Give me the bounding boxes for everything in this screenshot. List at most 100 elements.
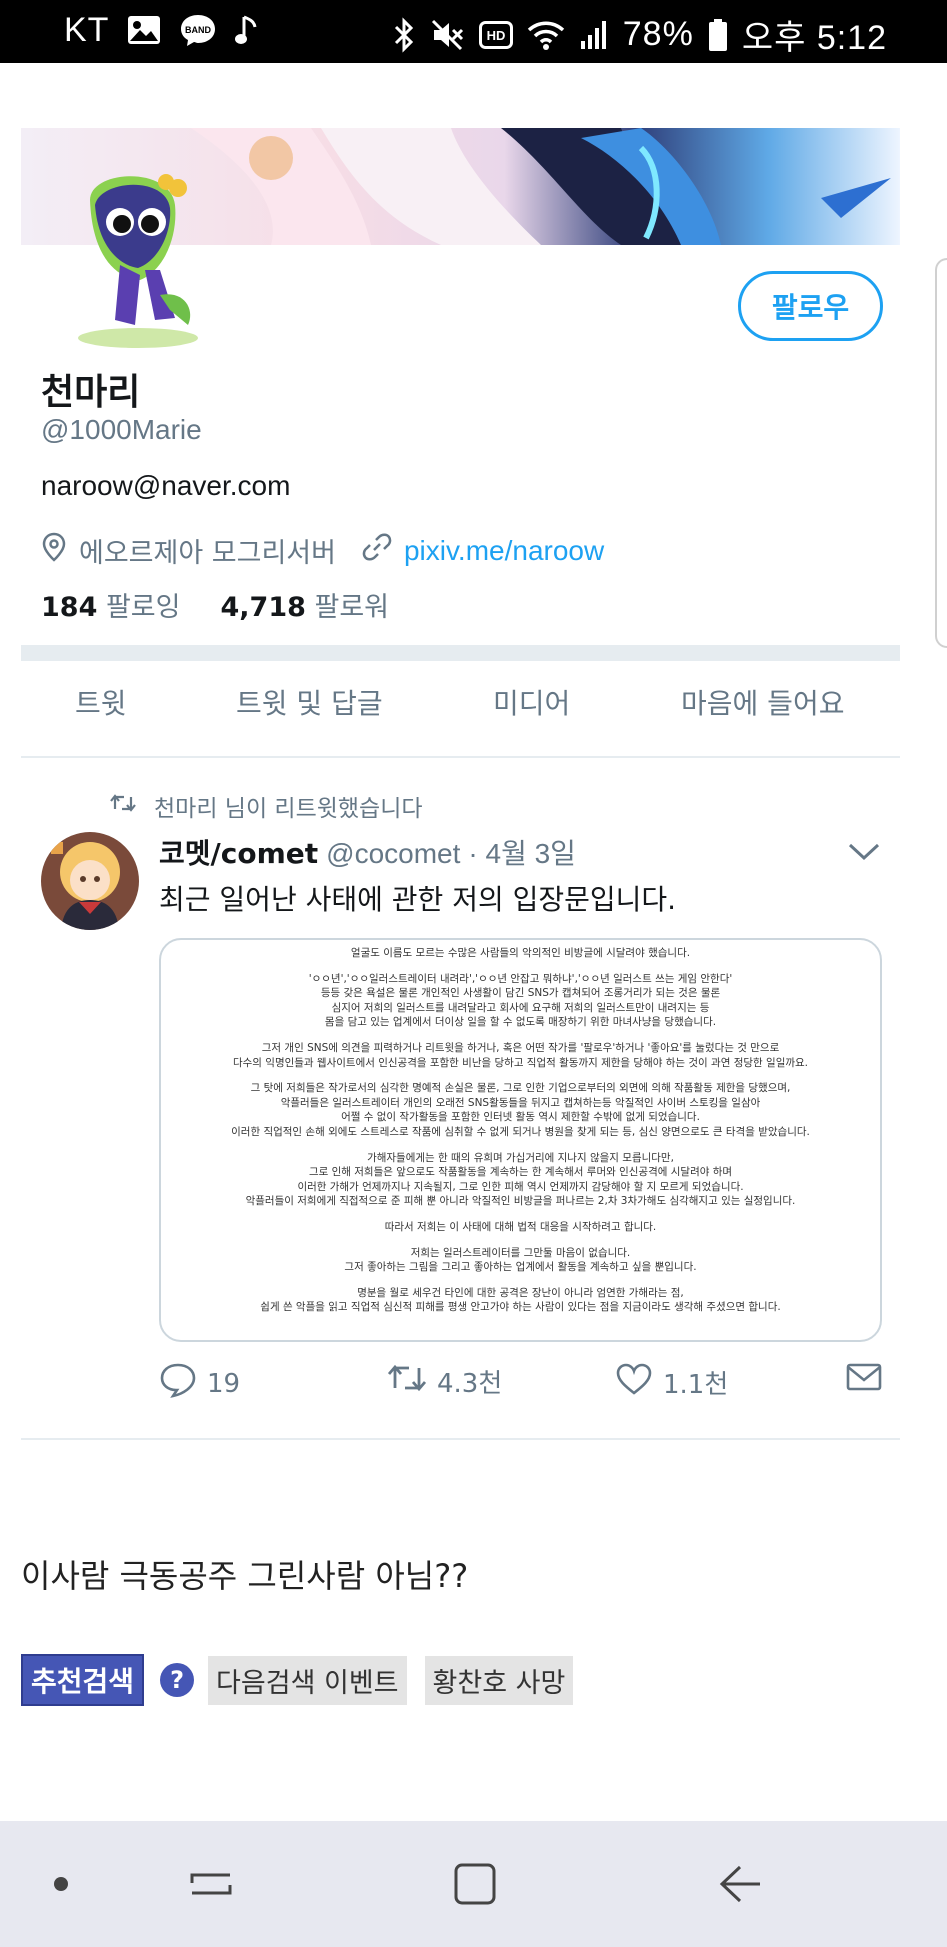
section-divider xyxy=(21,645,900,661)
profile-tabs: 트윗 트윗 및 답글 미디어 마음에 들어요 xyxy=(21,682,900,732)
battery-icon xyxy=(708,15,728,55)
edge-panel-handle[interactable] xyxy=(935,258,947,648)
hd-icon-label: HD xyxy=(486,28,505,43)
statement-line: 가해자들에게는 한 때의 유희며 가십거리에 지나지 않을지 모릅니다만, xyxy=(367,1151,674,1164)
recommended-search: 추천검색 ? 다음검색 이벤트 황찬호 사망 xyxy=(21,1654,574,1706)
statement-line: 악플러들이 저희에게 직접적으로 준 피해 뿐 아니라 악질적인 비방글을 퍼나… xyxy=(245,1195,796,1208)
tabs-divider xyxy=(21,756,900,758)
tab-tweets-replies[interactable]: 트윗 및 답글 xyxy=(236,682,383,722)
signal-icon xyxy=(579,15,609,55)
band-icon: BAND xyxy=(179,10,217,50)
followers-stat[interactable]: 4,718 팔로워 xyxy=(221,585,390,624)
like-button[interactable]: 1.1천 xyxy=(615,1362,728,1403)
statement-line: 얼굴도 이름도 모르는 수많은 사람들의 악의적인 비방글에 시달려야 했습니다… xyxy=(350,947,691,959)
statement-line: 심지어 저희의 일러스트를 내려달라고 회사에 요구해 저희의 일러스트만이 내… xyxy=(331,1001,710,1014)
carrier-label: KT xyxy=(64,10,110,49)
followers-count: 4,718 xyxy=(220,592,306,623)
envelope-icon xyxy=(846,1362,882,1399)
status-bar: KT BAND HD 78% 오후 5:12 xyxy=(0,0,947,63)
nav-dot-icon[interactable] xyxy=(54,1877,68,1891)
tweet-actions: 19 4.3천 1.1천 xyxy=(159,1362,882,1404)
followers-label: 팔로워 xyxy=(314,592,390,623)
band-icon-label: BAND xyxy=(185,25,211,35)
gallery-icon xyxy=(127,10,161,50)
reply-icon xyxy=(159,1362,197,1405)
statement-line: 명분을 월로 세우건 타인에 대한 공격은 장난이 아니라 엄연한 가해라는 점… xyxy=(357,1286,684,1299)
statement-line: 이러한 가해가 언제까지나 지속될지, 그로 인한 피해 역시 언제까지 감당해… xyxy=(297,1180,744,1193)
following-label: 팔로잉 xyxy=(105,592,181,623)
recommend-badge: 추천검색 xyxy=(21,1654,145,1706)
bluetooth-icon xyxy=(391,15,417,55)
following-stat[interactable]: 184 팔로잉 xyxy=(41,585,181,624)
retweet-icon xyxy=(387,1362,427,1401)
help-icon[interactable]: ? xyxy=(160,1663,195,1697)
profile-name: 천마리 xyxy=(41,372,141,413)
hd-icon: HD xyxy=(478,15,513,55)
wifi-icon xyxy=(527,15,565,55)
tweet-author-handle[interactable]: @cocomet xyxy=(326,838,460,870)
statement-text: 얼굴도 이름도 모르는 수많은 사람들의 악의적인 비방글에 시달려야 했습니다… xyxy=(179,946,862,1315)
statement-line: 다수의 익명인들과 웹사이트에서 인신공격을 포함한 비난을 당하고 직업적 활… xyxy=(232,1056,809,1069)
recent-apps-icon[interactable] xyxy=(188,1861,234,1911)
recommend-chip[interactable]: 다음검색 이벤트 xyxy=(208,1655,407,1705)
reply-count: 19 xyxy=(207,1368,241,1399)
retweet-small-icon xyxy=(110,793,136,819)
retweet-notice-text: 천마리 님이 리트윗했습니다 xyxy=(154,796,423,822)
link-icon xyxy=(362,532,392,569)
retweet-notice: 천마리 님이 리트윗했습니다 xyxy=(110,789,423,823)
statement-line: 그저 좋아하는 그림을 그리고 좋아하는 업계에서 활동을 계속하고 싶을 뿐입… xyxy=(344,1261,697,1274)
system-nav-bar xyxy=(0,1821,947,1947)
statement-line: 이러한 직업적인 손해 외에도 스트레스로 작품에 심취할 수 없게 되거나 병… xyxy=(231,1125,810,1138)
statement-line: 몸을 담고 있는 업계에서 더이상 일을 할 수 없도록 매장하기 위한 마녀사… xyxy=(324,1016,717,1029)
follow-button[interactable]: 팔로우 xyxy=(738,271,883,341)
recommend-chip[interactable]: 황찬호 사망 xyxy=(424,1655,574,1705)
statement-gap xyxy=(179,1209,862,1220)
statement-gap xyxy=(179,1030,862,1041)
tweet-text: 최근 일어난 사태에 관한 저의 입장문입니다. xyxy=(159,883,677,916)
home-button-icon[interactable] xyxy=(452,1861,498,1911)
statement-line: 등등 갖은 욕설은 물론 개인적인 사생활이 담긴 SNS가 캡쳐되어 조롱거리… xyxy=(320,987,721,1000)
statement-line: 따라서 저희는 이 사태에 대해 법적 대응을 시작하려고 합니다. xyxy=(384,1220,657,1233)
following-count: 184 xyxy=(41,592,98,623)
reply-button[interactable]: 19 xyxy=(159,1362,240,1405)
statement-line: 저희는 일러스트레이터를 그만둘 마음이 없습니다. xyxy=(410,1246,631,1259)
statement-gap xyxy=(179,1275,862,1286)
tweet-author-avatar[interactable] xyxy=(41,832,139,930)
like-count: 1.1천 xyxy=(663,1370,729,1400)
profile-location: 에오르제아 모그리서버 xyxy=(79,538,336,569)
profile-meta: 에오르제아 모그리서버 pixiv.me/naroow xyxy=(41,531,604,570)
retweet-count: 4.3천 xyxy=(437,1369,503,1399)
mute-icon xyxy=(431,15,465,55)
location-pin-icon xyxy=(41,532,67,569)
follow-counts: 184 팔로잉 4,718 팔로워 xyxy=(41,585,389,624)
battery-percent: 78% xyxy=(622,15,694,53)
statement-gap xyxy=(179,1235,862,1246)
tweet-author-name[interactable]: 코멧/comet xyxy=(159,832,318,872)
profile-bio: naroow@naver.com xyxy=(41,470,291,501)
profile-avatar[interactable] xyxy=(60,160,210,350)
post-comment: 이사람 극동공주 그린사람 아님?? xyxy=(21,1557,469,1595)
heart-icon xyxy=(615,1362,653,1403)
statement-gap xyxy=(179,961,862,972)
clock: 오후 5:12 xyxy=(741,19,887,57)
profile-handle: @1000Marie xyxy=(41,414,202,445)
profile-link[interactable]: pixiv.me/naroow xyxy=(404,535,604,567)
tab-tweets[interactable]: 트윗 xyxy=(75,682,127,722)
tweet-image-card[interactable]: 얼굴도 이름도 모르는 수많은 사람들의 악의적인 비방글에 시달려야 했습니다… xyxy=(159,938,882,1342)
dm-button[interactable] xyxy=(846,1362,882,1399)
statement-line: 쉽게 쓴 악플을 읽고 직업적 심신적 피해를 평생 안고가야 하는 사람이 있… xyxy=(260,1301,781,1314)
tweet-header: 코멧/comet @cocomet · 4월 3일 xyxy=(159,832,576,872)
back-button-icon[interactable] xyxy=(718,1861,764,1911)
tweet-date: · 4월 3일 xyxy=(468,838,576,869)
tab-likes[interactable]: 마음에 들어요 xyxy=(681,682,844,722)
tweet-divider xyxy=(21,1438,900,1440)
tab-media[interactable]: 미디어 xyxy=(493,682,570,722)
statement-gap xyxy=(179,1070,862,1081)
statement-line: 'ㅇㅇ년','ㅇㅇ일러스트레이터 내려라','ㅇㅇ년 안잡고 뭐하냐','ㅇㅇ년… xyxy=(308,972,733,985)
statement-line: 악플러들은 일러스트레이터 개인의 오래전 SNS활동들을 뒤지고 캡쳐하는등 … xyxy=(280,1096,761,1109)
statement-line: 어쩔 수 없이 작가활동을 포함한 인터넷 활동 역시 제한할 수밖에 없게 되… xyxy=(341,1111,700,1124)
statement-line: 그로 인해 저희들은 앞으로도 작품활동을 계속하는 한 계속해서 루머와 인신… xyxy=(308,1166,733,1179)
chevron-down-icon[interactable] xyxy=(846,836,882,866)
retweet-button[interactable]: 4.3천 xyxy=(387,1362,502,1401)
statement-line: 그 탓에 저희들은 작가로서의 심각한 명예적 손실은 물론, 그로 인한 기업… xyxy=(250,1082,791,1095)
